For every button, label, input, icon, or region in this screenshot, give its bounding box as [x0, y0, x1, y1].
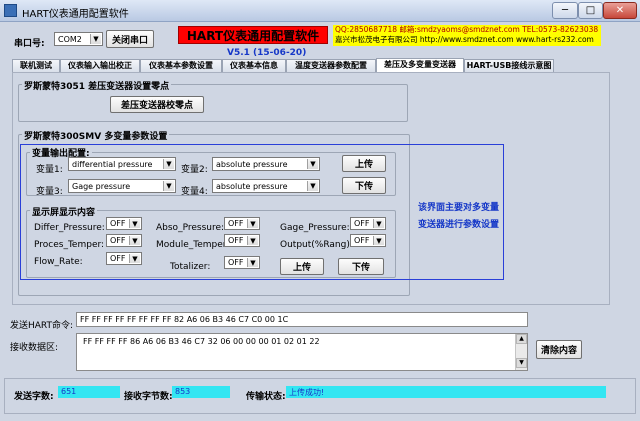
display-item-value: OFF — [354, 219, 370, 228]
display-item-value: OFF — [110, 254, 126, 263]
scroll-up-icon[interactable]: ▲ — [516, 334, 527, 344]
output-upload-button[interactable]: 上传 — [342, 155, 386, 172]
minimize-button[interactable]: ─ — [552, 2, 578, 19]
chevron-down-icon: ▼ — [373, 219, 384, 228]
var3-label: 变量3: — [36, 187, 63, 197]
receive-data: FF FF FF FF 86 A6 06 B3 46 C7 32 06 00 0… — [83, 337, 320, 346]
com-port-value: COM2 — [58, 34, 82, 44]
zero-calibrate-button[interactable]: 差压变送器校零点 — [110, 96, 204, 113]
chevron-down-icon: ▼ — [373, 236, 384, 245]
receive-scrollbar[interactable]: ▲ ▼ — [515, 334, 527, 370]
var4-value: absolute pressure — [216, 181, 288, 191]
display-item-label: Flow_Rate: — [34, 257, 83, 267]
display-upload-button[interactable]: 上传 — [280, 258, 324, 275]
recv-count-value: 853 — [172, 386, 230, 398]
display-download-button[interactable]: 下传 — [338, 258, 384, 275]
tab-basic-params[interactable]: 仪表基本参数设置 — [140, 59, 222, 72]
com-port-label: 串口号: — [14, 39, 45, 49]
display-item-select[interactable]: OFF ▼ — [224, 217, 260, 230]
app-icon — [4, 4, 17, 17]
maximize-button[interactable]: □ — [578, 2, 603, 19]
display-item-value: OFF — [110, 236, 126, 245]
display-item-label: Proces_Temper: — [34, 240, 105, 250]
display-item-select[interactable]: OFF ▼ — [224, 234, 260, 247]
chevron-down-icon: ▼ — [247, 219, 258, 228]
tab-connection-test[interactable]: 联机测试 — [12, 59, 60, 72]
contact-line-2: 嘉兴市松茂电子有限公司 http://www.smdznet.com www.h… — [335, 35, 594, 44]
display-item-label: Differ_Pressure: — [34, 223, 105, 233]
chevron-down-icon: ▼ — [307, 181, 318, 191]
display-item-select[interactable]: OFF ▼ — [106, 234, 142, 247]
var3-select[interactable]: Gage pressure ▼ — [68, 179, 176, 193]
display-item-value: OFF — [110, 219, 126, 228]
var2-label: 变量2: — [181, 165, 208, 175]
var2-select[interactable]: absolute pressure ▼ — [212, 157, 320, 171]
tab-multivariable[interactable]: 差压及多变量变送器 — [376, 58, 464, 72]
com-port-select[interactable]: COM2 ▼ — [54, 32, 103, 46]
contact-line-1: QQ:2850687718 邮箱:smdzyaoms@smdznet.com T… — [335, 25, 599, 34]
tab-hart-usb-wiring[interactable]: HART-USB接线示意图 — [464, 59, 554, 72]
note-line-1: 该界面主要对多变量 — [418, 203, 500, 213]
display-title: 显示屏显示内容 — [30, 205, 98, 218]
display-item-label: Totalizer: — [170, 262, 211, 272]
group-300smv-title: 罗斯蒙特300SMV 多变量参数设置 — [22, 129, 170, 142]
display-item-value: OFF — [354, 236, 370, 245]
chevron-down-icon: ▼ — [163, 159, 174, 169]
close-window-button[interactable]: ✕ — [603, 2, 637, 19]
tab-io-calibration[interactable]: 仪表输入输出校正 — [60, 59, 140, 72]
chevron-down-icon: ▼ — [163, 181, 174, 191]
close-port-button[interactable]: 关闭串口 — [106, 30, 154, 48]
display-item-label: Module_Temper: — [156, 240, 230, 250]
sent-count-label: 发送字数: — [14, 392, 54, 402]
note-line-2: 变送器进行参数设置 — [418, 220, 500, 230]
display-item-select[interactable]: OFF ▼ — [106, 252, 142, 265]
transfer-state-label: 传输状态: — [246, 392, 286, 402]
display-item-label: Abso_Pressure: — [156, 223, 225, 233]
group-3051-title: 罗斯蒙特3051 差压变送器设置零点 — [22, 79, 172, 92]
display-item-value: OFF — [228, 258, 244, 267]
chevron-down-icon: ▼ — [247, 258, 258, 267]
output-download-button[interactable]: 下传 — [342, 177, 386, 194]
clear-content-button[interactable]: 清除内容 — [536, 340, 582, 359]
chevron-down-icon: ▼ — [247, 236, 258, 245]
var2-value: absolute pressure — [216, 159, 288, 169]
scroll-down-icon[interactable]: ▼ — [516, 358, 527, 368]
version-label: V5.1 (15-06-20) — [227, 48, 307, 58]
display-item-value: OFF — [228, 236, 244, 245]
var1-select[interactable]: differential pressure ▼ — [68, 157, 176, 171]
sent-count-value: 651 — [58, 386, 120, 398]
display-item-label: Gage_Pressure: — [280, 223, 350, 233]
hart-send-label: 发送HART命令: — [10, 321, 74, 331]
chevron-down-icon: ▼ — [129, 254, 140, 263]
var4-select[interactable]: absolute pressure ▼ — [212, 179, 320, 193]
var4-label: 变量4: — [181, 187, 208, 197]
hart-send-input[interactable]: FF FF FF FF FF FF FF FF 82 A6 06 B3 46 C… — [76, 312, 528, 327]
tab-basic-info[interactable]: 仪表基本信息 — [222, 59, 286, 72]
chevron-down-icon: ▼ — [129, 236, 140, 245]
recv-count-label: 接收字节数: — [124, 392, 173, 402]
display-item-select[interactable]: OFF ▼ — [350, 234, 386, 247]
var1-value: differential pressure — [72, 159, 153, 169]
app-banner: HART仪表通用配置软件 — [178, 26, 328, 44]
chevron-down-icon: ▼ — [129, 219, 140, 228]
display-item-select[interactable]: OFF ▼ — [106, 217, 142, 230]
receive-label: 接收数据区: — [10, 343, 59, 353]
chevron-down-icon: ▼ — [90, 34, 101, 44]
var3-value: Gage pressure — [72, 181, 131, 191]
chevron-down-icon: ▼ — [307, 159, 318, 169]
display-item-value: OFF — [228, 219, 244, 228]
tab-temp-transmitter[interactable]: 温度变送器参数配置 — [286, 59, 376, 72]
receive-textarea[interactable]: FF FF FF FF 86 A6 06 B3 46 C7 32 06 00 0… — [76, 333, 528, 371]
display-item-select[interactable]: OFF ▼ — [224, 256, 260, 269]
display-item-select[interactable]: OFF ▼ — [350, 217, 386, 230]
transfer-state-value: 上传成功! — [286, 386, 606, 398]
window-title: HART仪表通用配置软件 — [22, 9, 129, 20]
var1-label: 变量1: — [36, 165, 63, 175]
contact-box: QQ:2850687718 邮箱:smdzyaoms@smdznet.com T… — [333, 25, 601, 46]
display-item-label: Output(%Rang): — [280, 240, 353, 250]
